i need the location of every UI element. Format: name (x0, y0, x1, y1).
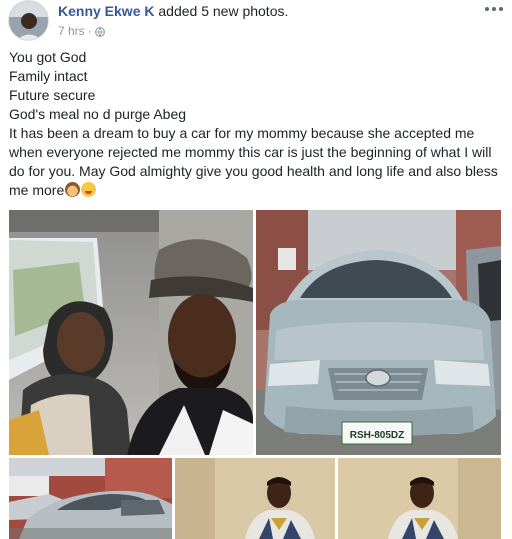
post-line: Future secure (9, 87, 96, 103)
more-options-icon[interactable] (485, 3, 505, 15)
photo-man-standing[interactable] (175, 458, 335, 539)
photo-car-side[interactable] (9, 458, 172, 539)
older-woman-emoji-icon (65, 182, 81, 197)
post-text: You got God Family intact Future secure … (9, 48, 505, 200)
post-header: Kenny Ekwe K added 5 new photos. 7 hrs · (0, 0, 512, 46)
globe-icon[interactable] (94, 26, 105, 37)
post-paragraph: It has been a dream to buy a car for my … (9, 124, 505, 200)
photo-toyota-front[interactable]: RSH-805DZ (256, 210, 501, 455)
post-meta: 7 hrs · (58, 24, 105, 38)
license-plate-text: RSH-805DZ (350, 430, 404, 441)
author-name-link[interactable]: Kenny Ekwe K (58, 3, 154, 19)
avatar[interactable] (8, 0, 49, 41)
post-line: Family intact (9, 68, 88, 84)
winking-tongue-emoji-icon (81, 182, 97, 197)
post-timestamp[interactable]: 7 hrs (58, 24, 85, 38)
photo-man-standing-2[interactable] (338, 458, 501, 539)
post-action-text: added 5 new photos. (158, 3, 289, 19)
author-line: Kenny Ekwe K added 5 new photos. (58, 3, 288, 19)
meta-separator: · (87, 24, 92, 38)
post-line: God's meal no d purge Abeg (9, 106, 187, 122)
post-line: You got God (9, 49, 87, 65)
photo-selfie-in-car[interactable] (9, 210, 253, 455)
